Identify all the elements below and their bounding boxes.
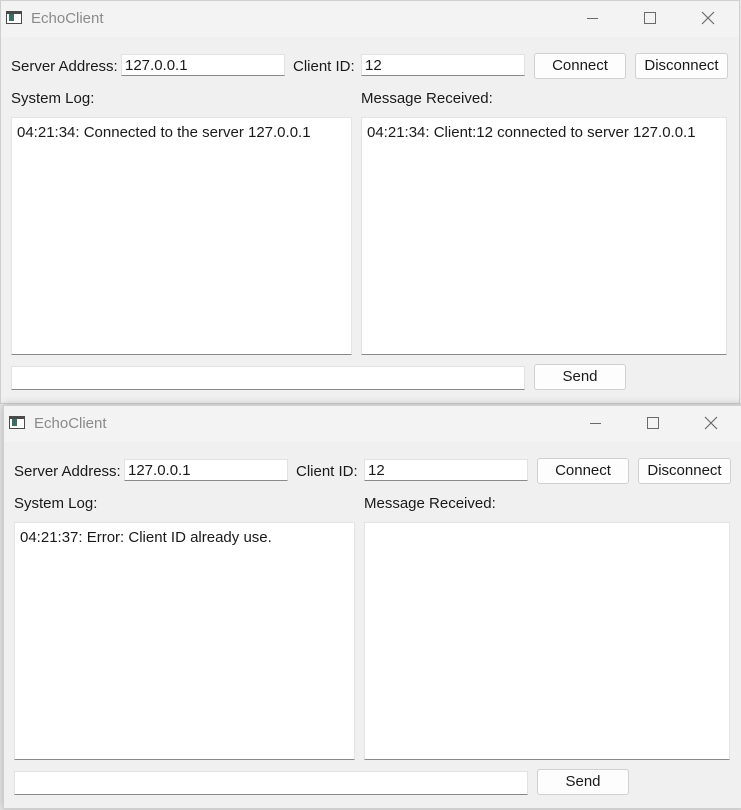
window-title: EchoClient: [31, 10, 104, 27]
message-received-textarea[interactable]: [364, 522, 730, 760]
maximize-button[interactable]: [624, 406, 682, 440]
disconnect-button[interactable]: Disconnect: [635, 53, 728, 79]
message-received-label: Message Received:: [364, 495, 496, 512]
send-button[interactable]: Send: [534, 364, 626, 390]
connect-button[interactable]: Connect: [534, 53, 626, 79]
server-address-label: Server Address:: [14, 463, 121, 480]
log-line: 04:21:34: Connected to the server 127.0.…: [17, 124, 311, 141]
minimize-button[interactable]: [566, 406, 624, 440]
server-address-label: Server Address:: [11, 58, 118, 75]
connect-button[interactable]: Connect: [537, 458, 629, 484]
echo-client-window-1: EchoClient Server Address: Client ID: Co…: [0, 0, 740, 404]
system-log-label: System Log:: [14, 495, 98, 512]
client-id-input[interactable]: [361, 54, 525, 76]
message-input[interactable]: [14, 771, 528, 795]
minimize-icon: [589, 422, 601, 424]
minimize-icon: [586, 17, 598, 19]
system-log-textarea[interactable]: 04:21:37: Error: Client ID already use.: [14, 522, 355, 760]
close-button[interactable]: [682, 406, 740, 440]
log-line: 04:21:37: Error: Client ID already use.: [20, 529, 272, 546]
message-received-label: Message Received:: [361, 90, 493, 107]
client-id-input[interactable]: [364, 459, 528, 481]
client-id-label: Client ID:: [296, 463, 358, 480]
system-log-label: System Log:: [11, 90, 95, 107]
server-address-input[interactable]: [124, 459, 288, 481]
title-bar[interactable]: EchoClient: [1, 1, 739, 37]
disconnect-button[interactable]: Disconnect: [638, 458, 731, 484]
title-bar[interactable]: EchoClient: [4, 406, 741, 442]
server-address-input[interactable]: [121, 54, 285, 76]
echo-client-window-2: EchoClient Server Address: Client ID: Co…: [3, 405, 741, 809]
maximize-icon: [644, 12, 656, 24]
client-id-label: Client ID:: [293, 58, 355, 75]
close-icon: [701, 11, 715, 25]
message-input[interactable]: [11, 366, 525, 390]
maximize-icon: [647, 417, 659, 429]
message-received-textarea[interactable]: 04:21:34: Client:12 connected to server …: [361, 117, 727, 355]
app-window-icon: [6, 11, 22, 24]
system-log-textarea[interactable]: 04:21:34: Connected to the server 127.0.…: [11, 117, 352, 355]
message-line: 04:21:34: Client:12 connected to server …: [367, 124, 696, 141]
app-window-icon: [9, 416, 25, 429]
maximize-button[interactable]: [621, 1, 679, 35]
close-button[interactable]: [679, 1, 737, 35]
window-title: EchoClient: [34, 415, 107, 432]
close-icon: [704, 416, 718, 430]
minimize-button[interactable]: [563, 1, 621, 35]
send-button[interactable]: Send: [537, 769, 629, 795]
